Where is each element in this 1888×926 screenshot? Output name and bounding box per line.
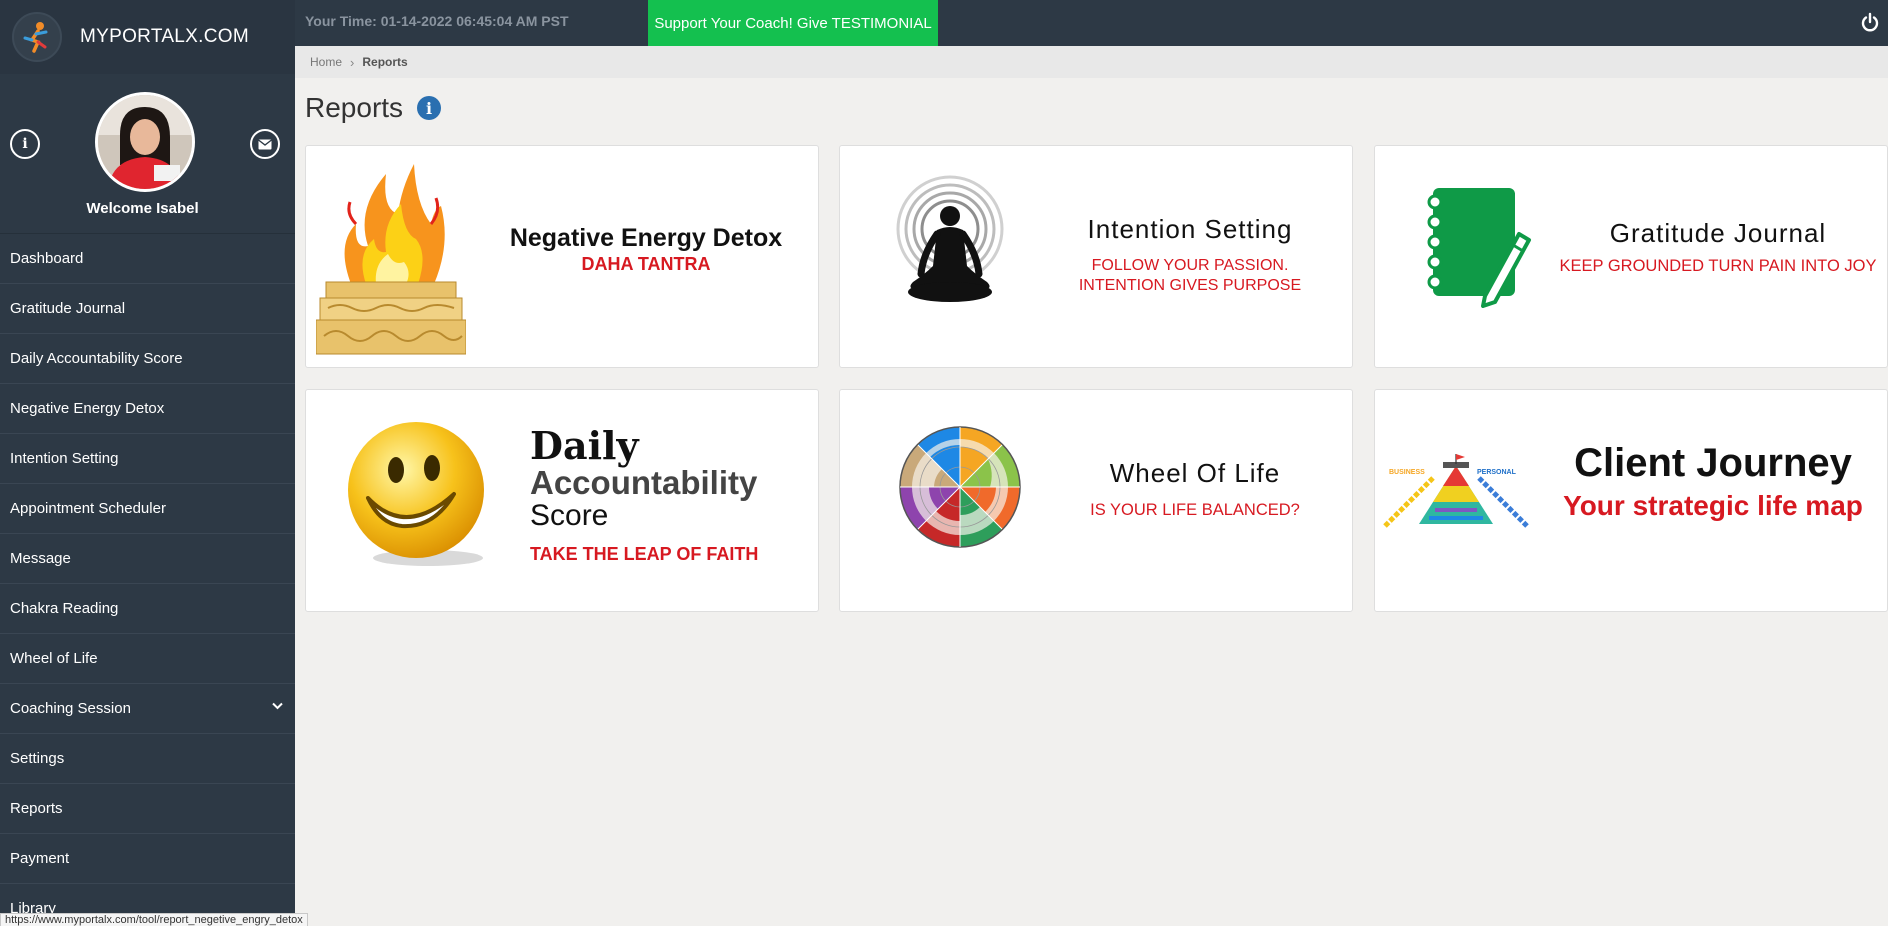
report-card-client-journey[interactable]: BUSINESS PERSONAL Client Journey Your st… xyxy=(1374,389,1888,612)
card-title-line1: Daily xyxy=(530,423,639,468)
card-text: Client Journey Your strategic life map xyxy=(1543,440,1883,522)
envelope-icon-button[interactable] xyxy=(250,129,280,159)
card-text: Intention Setting FOLLOW YOUR PASSION. I… xyxy=(1050,214,1330,295)
sidebar-item-label: Settings xyxy=(10,750,65,767)
journey-label-business: BUSINESS xyxy=(1389,469,1425,476)
meditation-icon xyxy=(896,175,1004,302)
report-card-gratitude-journal[interactable]: Gratitude Journal KEEP GROUNDED TURN PAI… xyxy=(1374,145,1888,368)
card-text: Negative Energy Detox DAHA TANTRA xyxy=(476,224,816,275)
sidebar-item-gratitude-journal[interactable]: Gratitude Journal xyxy=(0,284,295,334)
sidebar-item-label: Intention Setting xyxy=(10,450,119,467)
wheel-of-life-icon xyxy=(899,426,1021,548)
sidebar-item-label: Daily Accountability Score xyxy=(10,350,183,367)
card-title: Gratitude Journal xyxy=(1609,218,1827,248)
card-text: Gratitude Journal KEEP GROUNDED TURN PAI… xyxy=(1550,218,1886,276)
sidebar-item-label: Chakra Reading xyxy=(10,600,119,617)
sidebar-item-message[interactable]: Message xyxy=(0,534,295,584)
report-card-wheel-of-life[interactable]: Wheel Of Life IS YOUR LIFE BALANCED? xyxy=(839,389,1353,612)
sidebar-item-label: Payment xyxy=(10,850,70,867)
sidebar-item-coaching-session[interactable]: Coaching Session xyxy=(0,684,295,734)
card-text: Wheel Of Life IS YOUR LIFE BALANCED? xyxy=(1050,458,1340,520)
card-title: Client Journey xyxy=(1574,441,1852,485)
card-subtitle: IS YOUR LIFE BALANCED? xyxy=(1090,501,1300,519)
brand[interactable]: MYPORTALX.COM xyxy=(0,0,295,74)
brand-logo-icon xyxy=(12,12,62,62)
card-subtitle: Your strategic life map xyxy=(1563,490,1863,521)
sidebar-menu: Dashboard Gratitude Journal Daily Accoun… xyxy=(0,234,295,926)
card-title-line3: Score xyxy=(530,499,609,532)
avatar xyxy=(95,92,195,192)
power-icon[interactable] xyxy=(1858,10,1882,34)
sidebar-item-intention-setting[interactable]: Intention Setting xyxy=(0,434,295,484)
sidebar-item-appointment-scheduler[interactable]: Appointment Scheduler xyxy=(0,484,295,534)
breadcrumb-home[interactable]: Home xyxy=(310,55,342,69)
card-title: Intention Setting xyxy=(1087,214,1293,244)
sidebar-item-daily-accountability-score[interactable]: Daily Accountability Score xyxy=(0,334,295,384)
notebook-pencil-icon xyxy=(1427,188,1531,308)
sidebar-item-settings[interactable]: Settings xyxy=(0,734,295,784)
chevron-right-icon: › xyxy=(350,54,355,70)
card-title: Negative Energy Detox xyxy=(509,224,783,252)
sidebar-item-label: Coaching Session xyxy=(10,700,131,717)
sidebar-item-label: Negative Energy Detox xyxy=(10,400,165,417)
info-icon-button[interactable]: i xyxy=(10,129,40,159)
page-title-row: Reports i xyxy=(305,92,442,124)
testimonial-button[interactable]: Support Your Coach! Give TESTIMONIAL xyxy=(648,0,938,46)
user-time: Your Time: 01-14-2022 06:45:04 AM PST xyxy=(305,13,569,29)
sidebar-item-label: Message xyxy=(10,550,71,567)
card-subtitle: KEEP GROUNDED TURN PAIN INTO JOY xyxy=(1559,257,1877,275)
sidebar-item-label: Dashboard xyxy=(10,250,84,267)
smiley-icon xyxy=(348,422,484,566)
sidebar: MYPORTALX.COM i Welcome Isabel Dashboard… xyxy=(0,0,295,926)
report-card-intention-setting[interactable]: Intention Setting FOLLOW YOUR PASSION. I… xyxy=(839,145,1353,368)
card-subtitle: DAHA TANTRA xyxy=(581,254,711,274)
info-icon: i xyxy=(22,136,28,152)
card-title-line2: Accountability xyxy=(530,464,758,501)
sidebar-item-reports[interactable]: Reports xyxy=(0,784,295,834)
brand-name: MYPORTALX.COM xyxy=(80,26,249,47)
sidebar-item-payment[interactable]: Payment xyxy=(0,834,295,884)
report-card-daily-accountability-score[interactable]: Daily Accountability Score TAKE THE LEAP… xyxy=(305,389,819,612)
report-card-negative-energy-detox[interactable]: Negative Energy Detox DAHA TANTRA xyxy=(305,145,819,368)
card-title: Wheel Of Life xyxy=(1109,458,1281,488)
journey-label-personal: PERSONAL xyxy=(1477,469,1517,476)
fire-altar-icon xyxy=(316,164,466,355)
sidebar-item-label: Appointment Scheduler xyxy=(10,500,166,517)
sidebar-item-label: Wheel of Life xyxy=(10,650,98,667)
profile-panel: i Welcome Isabel xyxy=(0,74,295,234)
sidebar-item-wheel-of-life[interactable]: Wheel of Life xyxy=(0,634,295,684)
breadcrumb: Home › Reports xyxy=(295,46,1888,78)
card-subtitle-line2: INTENTION GIVES PURPOSE xyxy=(1078,277,1302,294)
info-circle-icon[interactable]: i xyxy=(417,96,442,120)
sidebar-item-dashboard[interactable]: Dashboard xyxy=(0,234,295,284)
welcome-text: Welcome Isabel xyxy=(86,200,199,217)
sidebar-item-label: Reports xyxy=(10,800,63,817)
breadcrumb-current: Reports xyxy=(362,55,408,69)
envelope-icon xyxy=(258,138,272,149)
card-subtitle-line1: FOLLOW YOUR PASSION. xyxy=(1091,257,1289,274)
card-subtitle: TAKE THE LEAP OF FAITH xyxy=(530,544,759,564)
card-text: Daily Accountability Score TAKE THE LEAP… xyxy=(530,426,810,565)
page-title: Reports xyxy=(305,92,404,123)
status-url: https://www.myportalx.com/tool/report_ne… xyxy=(0,913,308,926)
journey-pyramid-icon: BUSINESS PERSONAL xyxy=(1383,454,1529,528)
top-bar: Your Time: 01-14-2022 06:45:04 AM PST Su… xyxy=(295,0,1888,46)
sidebar-item-chakra-reading[interactable]: Chakra Reading xyxy=(0,584,295,634)
sidebar-item-label: Gratitude Journal xyxy=(10,300,126,317)
chevron-down-icon xyxy=(272,702,283,710)
sidebar-item-negative-energy-detox[interactable]: Negative Energy Detox xyxy=(0,384,295,434)
